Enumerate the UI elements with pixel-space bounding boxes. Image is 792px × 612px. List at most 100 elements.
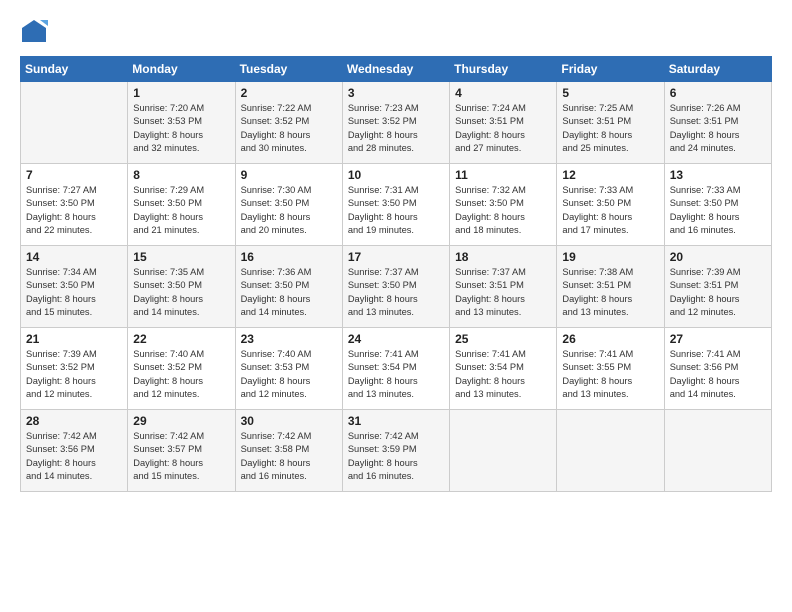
day-info: Sunrise: 7:41 AM Sunset: 3:54 PM Dayligh… <box>348 348 444 402</box>
calendar-cell: 14 Sunrise: 7:34 AM Sunset: 3:50 PM Dayli… <box>21 246 128 328</box>
day-info: Sunrise: 7:37 AM Sunset: 3:51 PM Dayligh… <box>455 266 551 320</box>
week-row-4: 21 Sunrise: 7:39 AM Sunset: 3:52 PM Dayli… <box>21 328 772 410</box>
day-number: 12 <box>562 168 658 182</box>
calendar-cell: 30Sunrise: 7:42 AM Sunset: 3:58 PM Dayli… <box>235 410 342 492</box>
day-info: Sunrise: 7:39 AM Sunset: 3:52 PM Dayligh… <box>26 348 122 402</box>
calendar-cell: 23 Sunrise: 7:40 AM Sunset: 3:53 PM Dayli… <box>235 328 342 410</box>
calendar-cell: 3 Sunrise: 7:23 AM Sunset: 3:52 PM Daylig… <box>342 82 449 164</box>
calendar-cell: 20Sunrise: 7:39 AM Sunset: 3:51 PM Dayli… <box>664 246 771 328</box>
calendar-cell: 4 Sunrise: 7:24 AM Sunset: 3:51 PM Daylig… <box>450 82 557 164</box>
day-info: Sunrise: 7:37 AM Sunset: 3:50 PM Dayligh… <box>348 266 444 320</box>
calendar-cell: 24 Sunrise: 7:41 AM Sunset: 3:54 PM Dayli… <box>342 328 449 410</box>
header-saturday: Saturday <box>664 57 771 82</box>
day-number: 26 <box>562 332 658 346</box>
day-number: 20 <box>670 250 766 264</box>
header <box>20 18 772 46</box>
day-number: 16 <box>241 250 337 264</box>
calendar-cell: 22Sunrise: 7:40 AM Sunset: 3:52 PM Dayli… <box>128 328 235 410</box>
day-info: Sunrise: 7:22 AM Sunset: 3:52 PM Dayligh… <box>241 102 337 156</box>
calendar-cell: 19 Sunrise: 7:38 AM Sunset: 3:51 PM Dayli… <box>557 246 664 328</box>
calendar-cell: 13 Sunrise: 7:33 AM Sunset: 3:50 PM Dayli… <box>664 164 771 246</box>
week-row-3: 14 Sunrise: 7:34 AM Sunset: 3:50 PM Dayli… <box>21 246 772 328</box>
day-info: Sunrise: 7:41 AM Sunset: 3:56 PM Dayligh… <box>670 348 766 402</box>
day-info: Sunrise: 7:42 AM Sunset: 3:59 PM Dayligh… <box>348 430 444 484</box>
header-thursday: Thursday <box>450 57 557 82</box>
calendar-cell: 21 Sunrise: 7:39 AM Sunset: 3:52 PM Dayli… <box>21 328 128 410</box>
calendar-cell <box>450 410 557 492</box>
day-number: 7 <box>26 168 122 182</box>
day-number: 5 <box>562 86 658 100</box>
calendar-cell: 1Sunrise: 7:20 AM Sunset: 3:53 PM Daylig… <box>128 82 235 164</box>
day-info: Sunrise: 7:35 AM Sunset: 3:50 PM Dayligh… <box>133 266 229 320</box>
header-row: SundayMondayTuesdayWednesdayThursdayFrid… <box>21 57 772 82</box>
day-number: 14 <box>26 250 122 264</box>
week-row-2: 7 Sunrise: 7:27 AM Sunset: 3:50 PM Daylig… <box>21 164 772 246</box>
calendar-cell: 15 Sunrise: 7:35 AM Sunset: 3:50 PM Dayli… <box>128 246 235 328</box>
calendar-cell: 11Sunrise: 7:32 AM Sunset: 3:50 PM Dayli… <box>450 164 557 246</box>
calendar-body: 1Sunrise: 7:20 AM Sunset: 3:53 PM Daylig… <box>21 82 772 492</box>
header-friday: Friday <box>557 57 664 82</box>
day-number: 28 <box>26 414 122 428</box>
day-info: Sunrise: 7:42 AM Sunset: 3:57 PM Dayligh… <box>133 430 229 484</box>
logo-icon <box>20 18 48 46</box>
day-info: Sunrise: 7:30 AM Sunset: 3:50 PM Dayligh… <box>241 184 337 238</box>
day-info: Sunrise: 7:32 AM Sunset: 3:50 PM Dayligh… <box>455 184 551 238</box>
day-number: 15 <box>133 250 229 264</box>
calendar-cell: 8 Sunrise: 7:29 AM Sunset: 3:50 PM Daylig… <box>128 164 235 246</box>
day-number: 8 <box>133 168 229 182</box>
day-number: 31 <box>348 414 444 428</box>
day-number: 24 <box>348 332 444 346</box>
day-number: 18 <box>455 250 551 264</box>
day-info: Sunrise: 7:25 AM Sunset: 3:51 PM Dayligh… <box>562 102 658 156</box>
calendar-cell: 10 Sunrise: 7:31 AM Sunset: 3:50 PM Dayli… <box>342 164 449 246</box>
header-sunday: Sunday <box>21 57 128 82</box>
day-number: 3 <box>348 86 444 100</box>
calendar-cell: 31 Sunrise: 7:42 AM Sunset: 3:59 PM Dayli… <box>342 410 449 492</box>
calendar-cell: 26 Sunrise: 7:41 AM Sunset: 3:55 PM Dayli… <box>557 328 664 410</box>
logo <box>20 18 52 46</box>
calendar-cell <box>21 82 128 164</box>
day-info: Sunrise: 7:41 AM Sunset: 3:55 PM Dayligh… <box>562 348 658 402</box>
day-info: Sunrise: 7:33 AM Sunset: 3:50 PM Dayligh… <box>670 184 766 238</box>
day-number: 4 <box>455 86 551 100</box>
day-info: Sunrise: 7:23 AM Sunset: 3:52 PM Dayligh… <box>348 102 444 156</box>
day-info: Sunrise: 7:34 AM Sunset: 3:50 PM Dayligh… <box>26 266 122 320</box>
day-info: Sunrise: 7:31 AM Sunset: 3:50 PM Dayligh… <box>348 184 444 238</box>
day-number: 6 <box>670 86 766 100</box>
day-number: 2 <box>241 86 337 100</box>
calendar-cell: 16 Sunrise: 7:36 AM Sunset: 3:50 PM Dayli… <box>235 246 342 328</box>
day-number: 9 <box>241 168 337 182</box>
week-row-1: 1Sunrise: 7:20 AM Sunset: 3:53 PM Daylig… <box>21 82 772 164</box>
day-info: Sunrise: 7:41 AM Sunset: 3:54 PM Dayligh… <box>455 348 551 402</box>
day-number: 23 <box>241 332 337 346</box>
calendar-header: SundayMondayTuesdayWednesdayThursdayFrid… <box>21 57 772 82</box>
day-number: 13 <box>670 168 766 182</box>
calendar-cell: 2 Sunrise: 7:22 AM Sunset: 3:52 PM Daylig… <box>235 82 342 164</box>
day-number: 29 <box>133 414 229 428</box>
day-number: 10 <box>348 168 444 182</box>
calendar-cell: 17Sunrise: 7:37 AM Sunset: 3:50 PM Dayli… <box>342 246 449 328</box>
calendar-cell: 5 Sunrise: 7:25 AM Sunset: 3:51 PM Daylig… <box>557 82 664 164</box>
calendar-cell: 18 Sunrise: 7:37 AM Sunset: 3:51 PM Dayli… <box>450 246 557 328</box>
day-info: Sunrise: 7:26 AM Sunset: 3:51 PM Dayligh… <box>670 102 766 156</box>
calendar-cell <box>557 410 664 492</box>
header-monday: Monday <box>128 57 235 82</box>
calendar-cell: 7 Sunrise: 7:27 AM Sunset: 3:50 PM Daylig… <box>21 164 128 246</box>
day-info: Sunrise: 7:20 AM Sunset: 3:53 PM Dayligh… <box>133 102 229 156</box>
day-number: 27 <box>670 332 766 346</box>
day-number: 21 <box>26 332 122 346</box>
calendar-cell <box>664 410 771 492</box>
day-info: Sunrise: 7:36 AM Sunset: 3:50 PM Dayligh… <box>241 266 337 320</box>
calendar-cell: 12Sunrise: 7:33 AM Sunset: 3:50 PM Dayli… <box>557 164 664 246</box>
day-number: 19 <box>562 250 658 264</box>
day-info: Sunrise: 7:40 AM Sunset: 3:52 PM Dayligh… <box>133 348 229 402</box>
day-info: Sunrise: 7:42 AM Sunset: 3:56 PM Dayligh… <box>26 430 122 484</box>
day-info: Sunrise: 7:24 AM Sunset: 3:51 PM Dayligh… <box>455 102 551 156</box>
calendar-cell: 25 Sunrise: 7:41 AM Sunset: 3:54 PM Dayli… <box>450 328 557 410</box>
day-info: Sunrise: 7:29 AM Sunset: 3:50 PM Dayligh… <box>133 184 229 238</box>
day-info: Sunrise: 7:27 AM Sunset: 3:50 PM Dayligh… <box>26 184 122 238</box>
header-tuesday: Tuesday <box>235 57 342 82</box>
day-info: Sunrise: 7:38 AM Sunset: 3:51 PM Dayligh… <box>562 266 658 320</box>
day-number: 25 <box>455 332 551 346</box>
day-info: Sunrise: 7:40 AM Sunset: 3:53 PM Dayligh… <box>241 348 337 402</box>
